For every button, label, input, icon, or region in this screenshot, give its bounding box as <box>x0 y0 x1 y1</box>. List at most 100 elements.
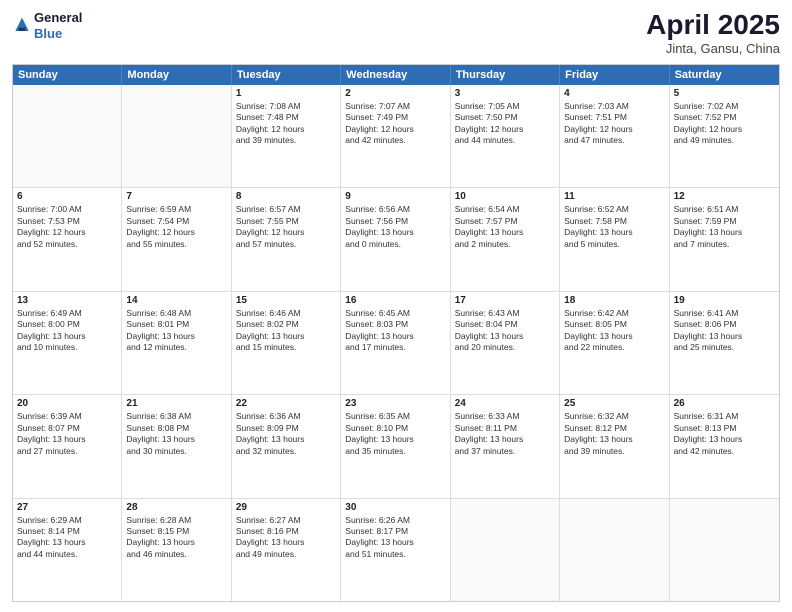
day-info: Sunrise: 6:33 AM Sunset: 8:11 PM Dayligh… <box>455 411 555 457</box>
header-day-monday: Monday <box>122 65 231 85</box>
cal-cell: 15Sunrise: 6:46 AM Sunset: 8:02 PM Dayli… <box>232 292 341 394</box>
day-number: 4 <box>564 88 664 99</box>
day-number: 13 <box>17 295 117 306</box>
cal-cell: 23 Sunrise: 6:35 AM Sunset: 8:10 PM Dayli… <box>341 395 450 497</box>
cal-row-2: 13 Sunrise: 6:49 AM Sunset: 8:00 PM Dayli… <box>13 292 779 395</box>
day-number: 6 <box>17 191 117 202</box>
cal-cell: 22 Sunrise: 6:36 AM Sunset: 8:09 PM Dayli… <box>232 395 341 497</box>
day-number: 19 <box>674 295 775 306</box>
cal-cell: 8 Sunrise: 6:57 AM Sunset: 7:55 PM Daylig… <box>232 188 341 290</box>
day-number: 5 <box>674 88 775 99</box>
day-info: Sunrise: 6:28 AM Sunset: 8:15 PM Dayligh… <box>126 515 226 561</box>
cal-cell: 17 Sunrise: 6:43 AM Sunset: 8:04 PM Dayli… <box>451 292 560 394</box>
day-number: 22 <box>236 398 336 409</box>
cal-cell: 28Sunrise: 6:28 AM Sunset: 8:15 PM Dayli… <box>122 499 231 601</box>
cal-cell: 29Sunrise: 6:27 AM Sunset: 8:16 PM Dayli… <box>232 499 341 601</box>
day-number: 18 <box>564 295 664 306</box>
cal-cell: 10Sunrise: 6:54 AM Sunset: 7:57 PM Dayli… <box>451 188 560 290</box>
header-day-saturday: Saturday <box>670 65 779 85</box>
day-number: 11 <box>564 191 664 202</box>
day-info: Sunrise: 7:08 AM Sunset: 7:48 PM Dayligh… <box>236 101 336 147</box>
day-info: Sunrise: 6:54 AM Sunset: 7:57 PM Dayligh… <box>455 204 555 250</box>
cal-row-1: 6Sunrise: 7:00 AM Sunset: 7:53 PM Daylig… <box>13 188 779 291</box>
day-number: 27 <box>17 502 117 513</box>
page: General Blue April 2025 Jinta, Gansu, Ch… <box>0 0 792 612</box>
cal-cell: 14 Sunrise: 6:48 AM Sunset: 8:01 PM Dayli… <box>122 292 231 394</box>
day-info: Sunrise: 6:43 AM Sunset: 8:04 PM Dayligh… <box>455 308 555 354</box>
calendar: SundayMondayTuesdayWednesdayThursdayFrid… <box>12 64 780 602</box>
day-number: 21 <box>126 398 226 409</box>
subtitle: Jinta, Gansu, China <box>646 41 780 56</box>
logo: General Blue <box>12 10 82 41</box>
day-info: Sunrise: 6:41 AM Sunset: 8:06 PM Dayligh… <box>674 308 775 354</box>
day-number: 9 <box>345 191 445 202</box>
cal-cell: 21 Sunrise: 6:38 AM Sunset: 8:08 PM Dayli… <box>122 395 231 497</box>
cal-row-0: 1Sunrise: 7:08 AM Sunset: 7:48 PM Daylig… <box>13 85 779 188</box>
cal-row-3: 20 Sunrise: 6:39 AM Sunset: 8:07 PM Dayli… <box>13 395 779 498</box>
cal-cell: 26Sunrise: 6:31 AM Sunset: 8:13 PM Dayli… <box>670 395 779 497</box>
cal-cell <box>122 85 231 187</box>
cal-cell: 25 Sunrise: 6:32 AM Sunset: 8:12 PM Dayli… <box>560 395 669 497</box>
day-info: Sunrise: 6:38 AM Sunset: 8:08 PM Dayligh… <box>126 411 226 457</box>
day-number: 16 <box>345 295 445 306</box>
calendar-body: 1Sunrise: 7:08 AM Sunset: 7:48 PM Daylig… <box>13 85 779 601</box>
title-block: April 2025 Jinta, Gansu, China <box>646 10 780 56</box>
header-day-friday: Friday <box>560 65 669 85</box>
cal-cell <box>670 499 779 601</box>
main-title: April 2025 <box>646 10 780 41</box>
day-number: 25 <box>564 398 664 409</box>
cal-cell <box>451 499 560 601</box>
day-info: Sunrise: 6:46 AM Sunset: 8:02 PM Dayligh… <box>236 308 336 354</box>
day-info: Sunrise: 6:45 AM Sunset: 8:03 PM Dayligh… <box>345 308 445 354</box>
day-number: 30 <box>345 502 445 513</box>
cal-cell: 27 Sunrise: 6:29 AM Sunset: 8:14 PM Dayli… <box>13 499 122 601</box>
cal-row-4: 27 Sunrise: 6:29 AM Sunset: 8:14 PM Dayli… <box>13 499 779 601</box>
day-info: Sunrise: 6:36 AM Sunset: 8:09 PM Dayligh… <box>236 411 336 457</box>
calendar-header: SundayMondayTuesdayWednesdayThursdayFrid… <box>13 65 779 85</box>
header: General Blue April 2025 Jinta, Gansu, Ch… <box>12 10 780 56</box>
day-number: 2 <box>345 88 445 99</box>
day-info: Sunrise: 6:32 AM Sunset: 8:12 PM Dayligh… <box>564 411 664 457</box>
day-number: 12 <box>674 191 775 202</box>
cal-cell: 16 Sunrise: 6:45 AM Sunset: 8:03 PM Dayli… <box>341 292 450 394</box>
cal-cell: 4 Sunrise: 7:03 AM Sunset: 7:51 PM Daylig… <box>560 85 669 187</box>
cal-cell <box>560 499 669 601</box>
header-day-wednesday: Wednesday <box>341 65 450 85</box>
cal-cell: 7 Sunrise: 6:59 AM Sunset: 7:54 PM Daylig… <box>122 188 231 290</box>
header-day-tuesday: Tuesday <box>232 65 341 85</box>
day-info: Sunrise: 6:49 AM Sunset: 8:00 PM Dayligh… <box>17 308 117 354</box>
day-number: 23 <box>345 398 445 409</box>
cal-cell: 3Sunrise: 7:05 AM Sunset: 7:50 PM Daylig… <box>451 85 560 187</box>
cal-cell: 11Sunrise: 6:52 AM Sunset: 7:58 PM Dayli… <box>560 188 669 290</box>
cal-cell: 9 Sunrise: 6:56 AM Sunset: 7:56 PM Daylig… <box>341 188 450 290</box>
logo-blue: Blue <box>34 26 82 42</box>
day-info: Sunrise: 6:48 AM Sunset: 8:01 PM Dayligh… <box>126 308 226 354</box>
logo-icon <box>12 16 32 36</box>
day-info: Sunrise: 7:02 AM Sunset: 7:52 PM Dayligh… <box>674 101 775 147</box>
cal-cell: 2 Sunrise: 7:07 AM Sunset: 7:49 PM Daylig… <box>341 85 450 187</box>
day-number: 29 <box>236 502 336 513</box>
cal-cell: 19 Sunrise: 6:41 AM Sunset: 8:06 PM Dayli… <box>670 292 779 394</box>
cal-cell: 5 Sunrise: 7:02 AM Sunset: 7:52 PM Daylig… <box>670 85 779 187</box>
day-info: Sunrise: 6:26 AM Sunset: 8:17 PM Dayligh… <box>345 515 445 561</box>
cal-cell: 12Sunrise: 6:51 AM Sunset: 7:59 PM Dayli… <box>670 188 779 290</box>
day-info: Sunrise: 6:31 AM Sunset: 8:13 PM Dayligh… <box>674 411 775 457</box>
day-info: Sunrise: 6:56 AM Sunset: 7:56 PM Dayligh… <box>345 204 445 250</box>
cal-cell <box>13 85 122 187</box>
day-number: 7 <box>126 191 226 202</box>
day-info: Sunrise: 7:03 AM Sunset: 7:51 PM Dayligh… <box>564 101 664 147</box>
cal-cell: 24 Sunrise: 6:33 AM Sunset: 8:11 PM Dayli… <box>451 395 560 497</box>
day-info: Sunrise: 6:57 AM Sunset: 7:55 PM Dayligh… <box>236 204 336 250</box>
day-info: Sunrise: 6:35 AM Sunset: 8:10 PM Dayligh… <box>345 411 445 457</box>
day-number: 24 <box>455 398 555 409</box>
day-info: Sunrise: 7:07 AM Sunset: 7:49 PM Dayligh… <box>345 101 445 147</box>
day-info: Sunrise: 6:39 AM Sunset: 8:07 PM Dayligh… <box>17 411 117 457</box>
day-info: Sunrise: 6:59 AM Sunset: 7:54 PM Dayligh… <box>126 204 226 250</box>
day-number: 8 <box>236 191 336 202</box>
day-number: 20 <box>17 398 117 409</box>
day-number: 17 <box>455 295 555 306</box>
day-number: 14 <box>126 295 226 306</box>
cal-cell: 20 Sunrise: 6:39 AM Sunset: 8:07 PM Dayli… <box>13 395 122 497</box>
cal-cell: 6Sunrise: 7:00 AM Sunset: 7:53 PM Daylig… <box>13 188 122 290</box>
day-info: Sunrise: 6:29 AM Sunset: 8:14 PM Dayligh… <box>17 515 117 561</box>
